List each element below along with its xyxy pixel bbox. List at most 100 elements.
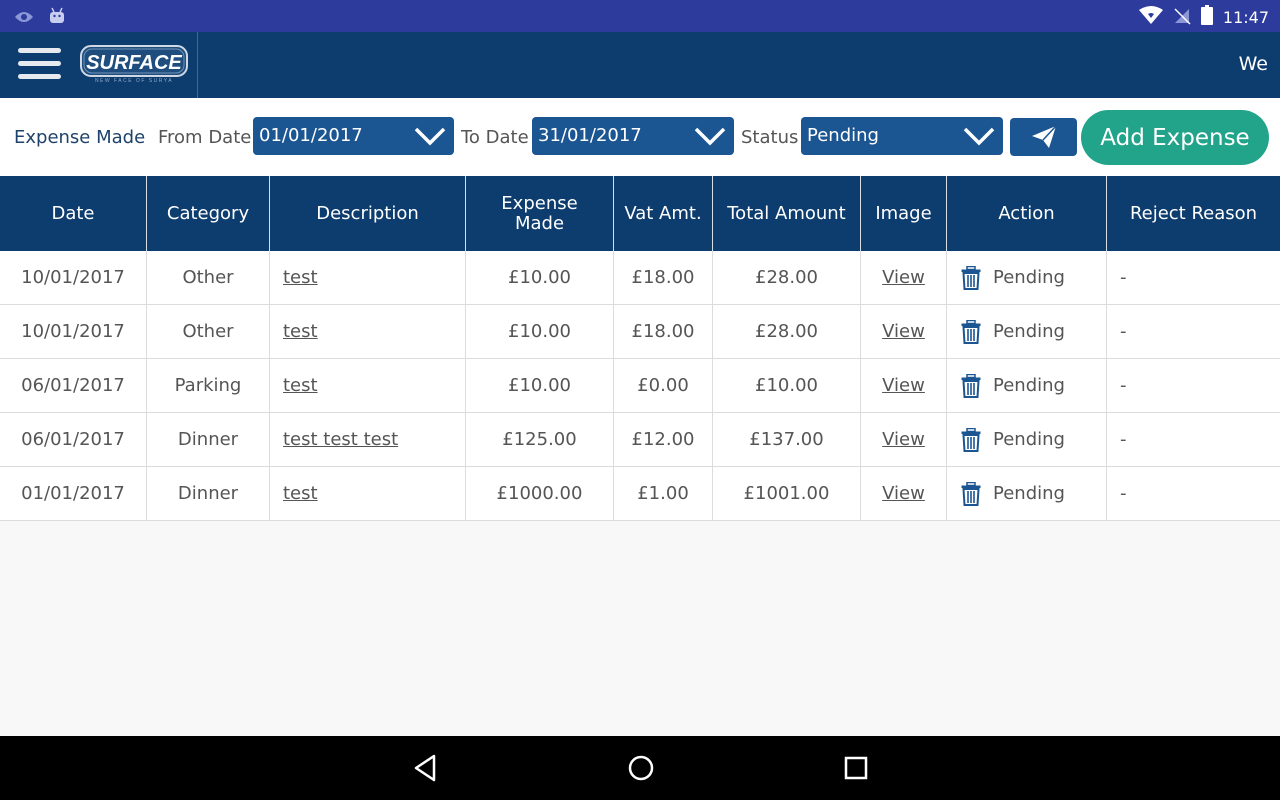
- trash-icon[interactable]: [961, 427, 981, 452]
- view-image-link[interactable]: View: [882, 267, 925, 288]
- app-bar: SURFACE NEW FACE OF SURYA We: [0, 32, 1280, 98]
- status-bar: 11:47: [0, 0, 1280, 32]
- cell-expense: £1000.00: [466, 467, 614, 520]
- cell-total: £1001.00: [713, 467, 861, 520]
- description-link[interactable]: test: [283, 483, 318, 504]
- cell-date: 06/01/2017: [0, 359, 147, 412]
- cell-total: £28.00: [713, 251, 861, 304]
- trash-icon[interactable]: [961, 265, 981, 290]
- back-icon[interactable]: [413, 754, 437, 786]
- header-total: Total Amount: [713, 176, 861, 251]
- chevron-down-icon: [414, 127, 446, 146]
- description-link[interactable]: test: [283, 375, 318, 396]
- cell-vat: £18.00: [614, 251, 713, 304]
- from-date-select[interactable]: 01/01/2017: [253, 117, 454, 155]
- cell-vat: £18.00: [614, 305, 713, 358]
- table-row: 10/01/2017 Other test £10.00 £18.00 £28.…: [0, 251, 1280, 305]
- table-row: 06/01/2017 Parking test £10.00 £0.00 £10…: [0, 359, 1280, 413]
- cell-action: Pending: [947, 413, 1107, 466]
- trash-icon[interactable]: [961, 481, 981, 506]
- header-date: Date: [0, 176, 147, 251]
- view-image-link[interactable]: View: [882, 375, 925, 396]
- cell-action: Pending: [947, 251, 1107, 304]
- cell-category: Dinner: [147, 467, 270, 520]
- status-text: Pending: [993, 375, 1065, 396]
- cell-reject-reason: -: [1120, 483, 1127, 504]
- cell-date: 06/01/2017: [0, 413, 147, 466]
- surface-logo: SURFACE NEW FACE OF SURYA: [80, 45, 188, 85]
- view-image-link[interactable]: View: [882, 321, 925, 342]
- expense-made-label: Expense Made: [14, 127, 146, 148]
- android-icon: [48, 7, 66, 29]
- trash-icon[interactable]: [961, 373, 981, 398]
- view-image-link[interactable]: View: [882, 483, 925, 504]
- cell-category: Parking: [147, 359, 270, 412]
- header-action: Action: [947, 176, 1107, 251]
- divider: [197, 32, 198, 98]
- cell-date: 10/01/2017: [0, 305, 147, 358]
- cell-reject-reason: -: [1120, 375, 1127, 396]
- chevron-down-icon: [694, 127, 726, 146]
- android-nav-bar: [0, 736, 1280, 800]
- status-value: Pending: [807, 125, 879, 146]
- to-date-value: 31/01/2017: [538, 125, 642, 146]
- trash-icon[interactable]: [961, 319, 981, 344]
- cell-vat: £0.00: [614, 359, 713, 412]
- cell-action: Pending: [947, 305, 1107, 358]
- cell-total: £10.00: [713, 359, 861, 412]
- header-category: Category: [147, 176, 270, 251]
- cell-image: View: [861, 467, 947, 520]
- cell-category: Other: [147, 305, 270, 358]
- status-text: Pending: [993, 267, 1065, 288]
- clock-time: 11:47: [1222, 7, 1269, 27]
- table-row: 06/01/2017 Dinner test test test £125.00…: [0, 413, 1280, 467]
- battery-icon: [1200, 5, 1213, 29]
- status-select[interactable]: Pending: [801, 117, 1003, 155]
- status-text: Pending: [993, 483, 1065, 504]
- cell-reject-reason: -: [1120, 321, 1127, 342]
- cell-expense: £10.00: [466, 305, 614, 358]
- description-link[interactable]: test: [283, 267, 318, 288]
- header-vat: Vat Amt.: [614, 176, 713, 251]
- logo-tagline: NEW FACE OF SURYA: [95, 78, 173, 84]
- cell-description: test: [270, 251, 466, 304]
- menu-icon[interactable]: [18, 47, 61, 79]
- status-text: Pending: [993, 429, 1065, 450]
- description-link[interactable]: test test test: [283, 429, 398, 450]
- wifi-icon: [1138, 5, 1163, 29]
- header-expense-made: Expense Made: [466, 176, 614, 251]
- from-date-value: 01/01/2017: [259, 125, 363, 146]
- header-image: Image: [861, 176, 947, 251]
- cell-date: 10/01/2017: [0, 251, 147, 304]
- search-send-button[interactable]: [1010, 118, 1077, 156]
- cell-image: View: [861, 413, 947, 466]
- table-body: 10/01/2017 Other test £10.00 £18.00 £28.…: [0, 251, 1280, 521]
- cell-image: View: [861, 305, 947, 358]
- cell-vat: £1.00: [614, 467, 713, 520]
- to-date-select[interactable]: 31/01/2017: [532, 117, 734, 155]
- send-icon: [1032, 125, 1057, 148]
- to-date-label: To Date: [461, 127, 529, 148]
- cell-description: test: [270, 467, 466, 520]
- cell-reject-reason: -: [1120, 429, 1127, 450]
- logo-text: SURFACE: [86, 52, 182, 74]
- eye-icon: [14, 9, 34, 28]
- cell-description: test test test: [270, 413, 466, 466]
- description-link[interactable]: test: [283, 321, 318, 342]
- recents-icon[interactable]: [844, 754, 868, 786]
- home-icon[interactable]: [627, 754, 655, 786]
- table-row: 10/01/2017 Other test £10.00 £18.00 £28.…: [0, 305, 1280, 359]
- cell-image: View: [861, 251, 947, 304]
- cell-expense: £10.00: [466, 251, 614, 304]
- cell-description: test: [270, 359, 466, 412]
- cell-date: 01/01/2017: [0, 467, 147, 520]
- add-expense-button[interactable]: Add Expense: [1081, 110, 1269, 165]
- cell-total: £28.00: [713, 305, 861, 358]
- header-reject-reason: Reject Reason: [1129, 202, 1258, 224]
- view-image-link[interactable]: View: [882, 429, 925, 450]
- table-row: 01/01/2017 Dinner test £1000.00 £1.00 £1…: [0, 467, 1280, 521]
- from-date-label: From Date: [158, 127, 252, 148]
- cell-total: £137.00: [713, 413, 861, 466]
- table-header: Date Category Description Expense Made V…: [0, 176, 1280, 251]
- cell-category: Other: [147, 251, 270, 304]
